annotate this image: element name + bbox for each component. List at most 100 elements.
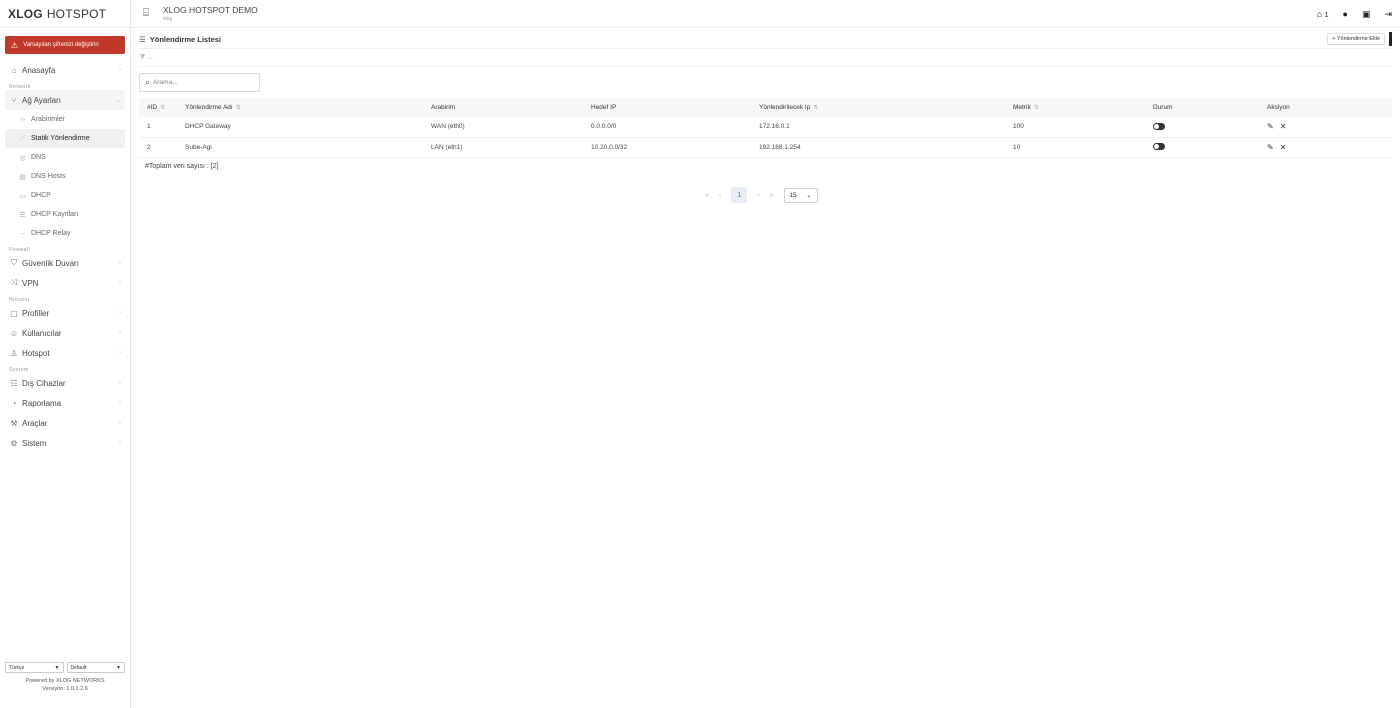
chevron-right-icon: › [119,420,121,426]
section-label-hotspot: Hotspot [9,297,30,303]
col-label: Metrik [1013,104,1031,111]
tools-icon: ⚒ [10,418,18,428]
chevron-down-icon: ⌄ [806,192,812,199]
cell-metric: 10 [1005,137,1145,158]
sidebar-sub-dhcp-leases[interactable]: ☰ DHCP Kayıtları [0,205,130,224]
warning-icon: ⚠ [11,40,19,50]
theme-value: Default [70,664,87,671]
sidebar: XLOG HOTSPOT ⚠ Varsayılan şifrenizi deği… [0,0,131,708]
page-title: ☰ Yönlendirme Listesi [139,35,221,44]
col-interface: Arabirim [423,98,583,117]
delete-icon[interactable]: ✕ [1280,143,1287,152]
sidebar-sub-label: DHCP Relay [31,230,71,237]
sidebar-item-system[interactable]: ⚙ Sistem › [0,433,130,453]
sidebar-item-reporting[interactable]: ◔ Raporlama › [0,393,130,413]
sidebar-sub-static-routing[interactable]: ⟋ Statik Yönlendirme [5,129,125,148]
col-metric[interactable]: Metrik ⇅ [1005,98,1145,117]
interfaces-icon: ⊹ [19,116,26,124]
sidebar-sub-interfaces[interactable]: ⊹ Arabirimler [0,110,130,129]
sidebar-item-label: VPN [22,278,39,288]
status-toggle[interactable] [1153,143,1165,151]
cell-id: 1 [139,117,177,138]
sidebar-item-devices[interactable]: ☷ Dış Cihazlar › [0,373,130,393]
topbar-actions: ⌂ 1 ● ▣ ⇥ [1317,0,1392,28]
sidebar-item-label: Sistem [22,438,47,448]
sidebar-sub-dns[interactable]: ◎ DNS [0,148,130,167]
sidebar-item-label: Güvenlik Duvarı [22,258,79,268]
next-page-icon[interactable]: › [757,192,759,199]
search-placeholder: Arama... [153,79,178,86]
sidebar-item-home[interactable]: ⌂ Anasayfa › [0,60,130,80]
routes-table: #ID ⇅ Yönlendirme Adı ⇅ Arabirim Hedef IP … [139,98,1392,158]
cell-gateway: 192.168.1.254 [751,137,1005,158]
page-title-text: Yönlendirme Listesi [149,34,222,44]
sidebar-item-vpn[interactable]: ⤨ VPN › [0,273,130,293]
col-id[interactable]: #ID ⇅ [139,98,177,117]
chevron-right-icon: › [119,330,121,336]
delete-icon[interactable]: ✕ [1280,122,1287,131]
logo-rest: HOTSPOT [46,6,107,21]
chevron-right-icon: › [119,380,121,386]
sidebar-item-profiles[interactable]: ▢ Profiller › [0,303,130,323]
first-page-icon[interactable]: « [705,192,709,199]
sidebar-item-tools[interactable]: ⚒ Araçlar › [0,413,130,433]
shield-icon: ⛉ [11,258,17,267]
page-size-value: 15 [789,191,797,199]
edit-icon[interactable]: ✎ [1267,143,1274,152]
add-route-button[interactable]: + Yönlendirme Ekle [1327,33,1385,45]
cell-destination: 0.0.0.0/0 [583,117,751,138]
sidebar-sub-label: DNS Hosts [31,173,66,180]
server-icon: ☷ [10,378,18,388]
table-row: 2 Sube-Agi LAN (eth1) 10.20.0.0/32 192.1… [139,137,1392,158]
hosts-icon: ▤ [19,173,26,181]
sort-icon: ⇅ [813,105,819,111]
filter-row[interactable]: ⧩ ... [139,49,1392,67]
cell-interface: LAN (eth1) [423,137,583,158]
logo-bold: XLOG [8,6,43,21]
cell-interface: WAN (eth0) [423,117,583,138]
sidebar-item-users[interactable]: ☺ Kullanıcılar › [0,323,130,343]
logout-icon[interactable]: ⇥ [1384,9,1392,20]
pagination: « ‹ 1 › » 15 ⌄ [705,187,818,203]
sidebar-item-label: Ağ Ayarları [22,95,61,105]
prev-page-icon[interactable]: ‹ [719,192,721,199]
edit-icon[interactable]: ✎ [1267,122,1274,131]
sidebar-item-label: Dış Cihazlar [22,378,66,388]
sidebar-item-network[interactable]: ⑂ Ağ Ayarları ⌄ [5,90,125,110]
col-label: Arabirim [431,104,456,111]
sidebar-item-label: Profiller [22,308,50,318]
search-input[interactable]: ⌕ Arama... [139,73,260,92]
language-select[interactable]: Türkçe ▼ [5,662,64,673]
sort-icon: ⇅ [235,105,241,111]
gear-icon: ⚙ [10,438,18,448]
page-size-select[interactable]: 15 ⌄ [783,187,818,203]
cell-destination: 10.20.0.0/32 [583,137,751,158]
info-icon[interactable]: ● [1343,9,1348,19]
save-icon[interactable]: ▣ [1362,9,1371,20]
filter-text: ... [147,54,154,61]
col-gateway[interactable]: Yönlendirilecek Ip ⇅ [751,98,1005,117]
sidebar-sub-dns-hosts[interactable]: ▤ DNS Hosts [0,167,130,186]
caret-down-icon: ▼ [54,664,60,671]
chevron-right-icon: › [119,350,121,356]
sidebar-item-firewall[interactable]: ⛉ Güvenlik Duvarı › [0,253,130,273]
device-title: XLOG HOTSPOT DEMO xlog [163,5,258,22]
change-password-button[interactable]: ⚠ Varsayılan şifrenizi değiştirin [5,36,125,54]
page-button-current[interactable]: 1 [731,187,748,203]
app-logo[interactable]: XLOG HOTSPOT [0,0,130,28]
sidebar-sub-dhcp-relay[interactable]: → DHCP Relay [0,224,130,243]
main-content: ☰ Yönlendirme Listesi + Yönlendirme Ekle… [139,30,1392,203]
wifi-router-icon: ⌂ [1316,9,1323,19]
col-destination: Hedef IP [583,98,751,117]
col-name[interactable]: Yönlendirme Adı ⇅ [177,98,423,117]
status-toggle[interactable] [1153,123,1165,131]
cell-actions: ✎ ✕ [1259,117,1392,138]
theme-select[interactable]: Default ▼ [66,662,125,673]
topbar: ⌸ XLOG HOTSPOT DEMO xlog ⌂ 1 ● ▣ ⇥ [131,0,1400,28]
caret-down-icon: ▼ [116,664,121,671]
sidebar-item-hotspot[interactable]: ♙ Hotspot › [0,343,130,363]
notifications-button[interactable]: ⌂ 1 [1317,9,1329,19]
sidebar-sub-dhcp[interactable]: ▭ DHCP [0,186,130,205]
cell-name: Sube-Agi [177,137,423,158]
last-page-icon[interactable]: » [770,192,774,199]
